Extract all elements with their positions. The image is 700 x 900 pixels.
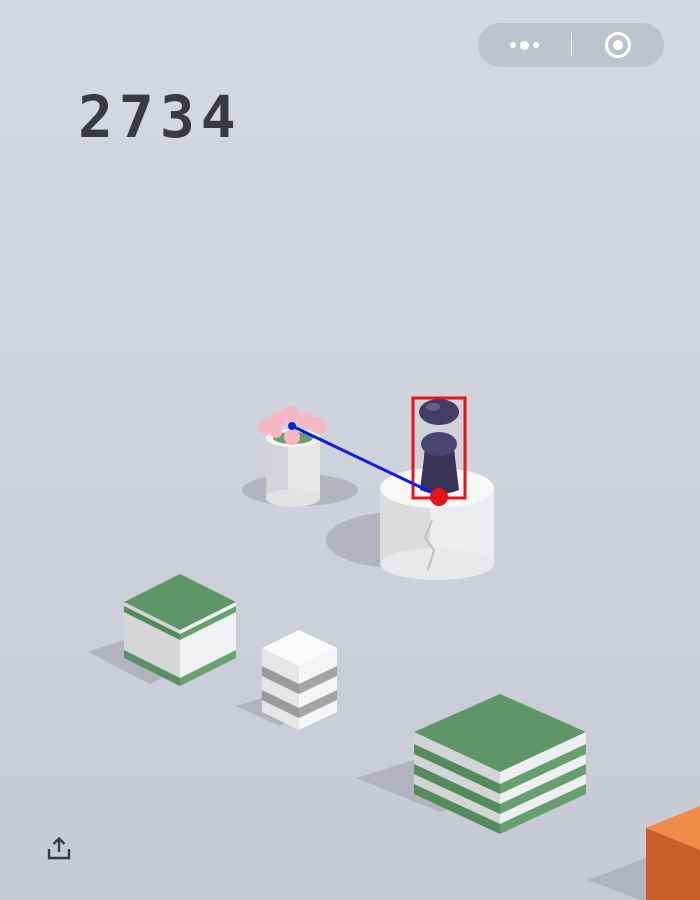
share-upload-icon bbox=[47, 836, 71, 860]
close-mini-program-button[interactable] bbox=[572, 23, 664, 67]
more-dots-icon bbox=[508, 40, 541, 50]
mini-program-capsule bbox=[478, 23, 664, 67]
share-button[interactable] bbox=[44, 834, 74, 864]
striped-box-platform bbox=[262, 630, 337, 730]
score-display: 2734 bbox=[78, 83, 242, 151]
player-position-marker bbox=[430, 488, 448, 506]
large-green-stacked-platform bbox=[414, 694, 586, 834]
orange-box-platform bbox=[646, 806, 700, 900]
target-close-icon bbox=[605, 32, 631, 58]
target-point-marker bbox=[288, 422, 296, 430]
more-options-button[interactable] bbox=[478, 23, 571, 67]
player-piece bbox=[419, 399, 459, 494]
